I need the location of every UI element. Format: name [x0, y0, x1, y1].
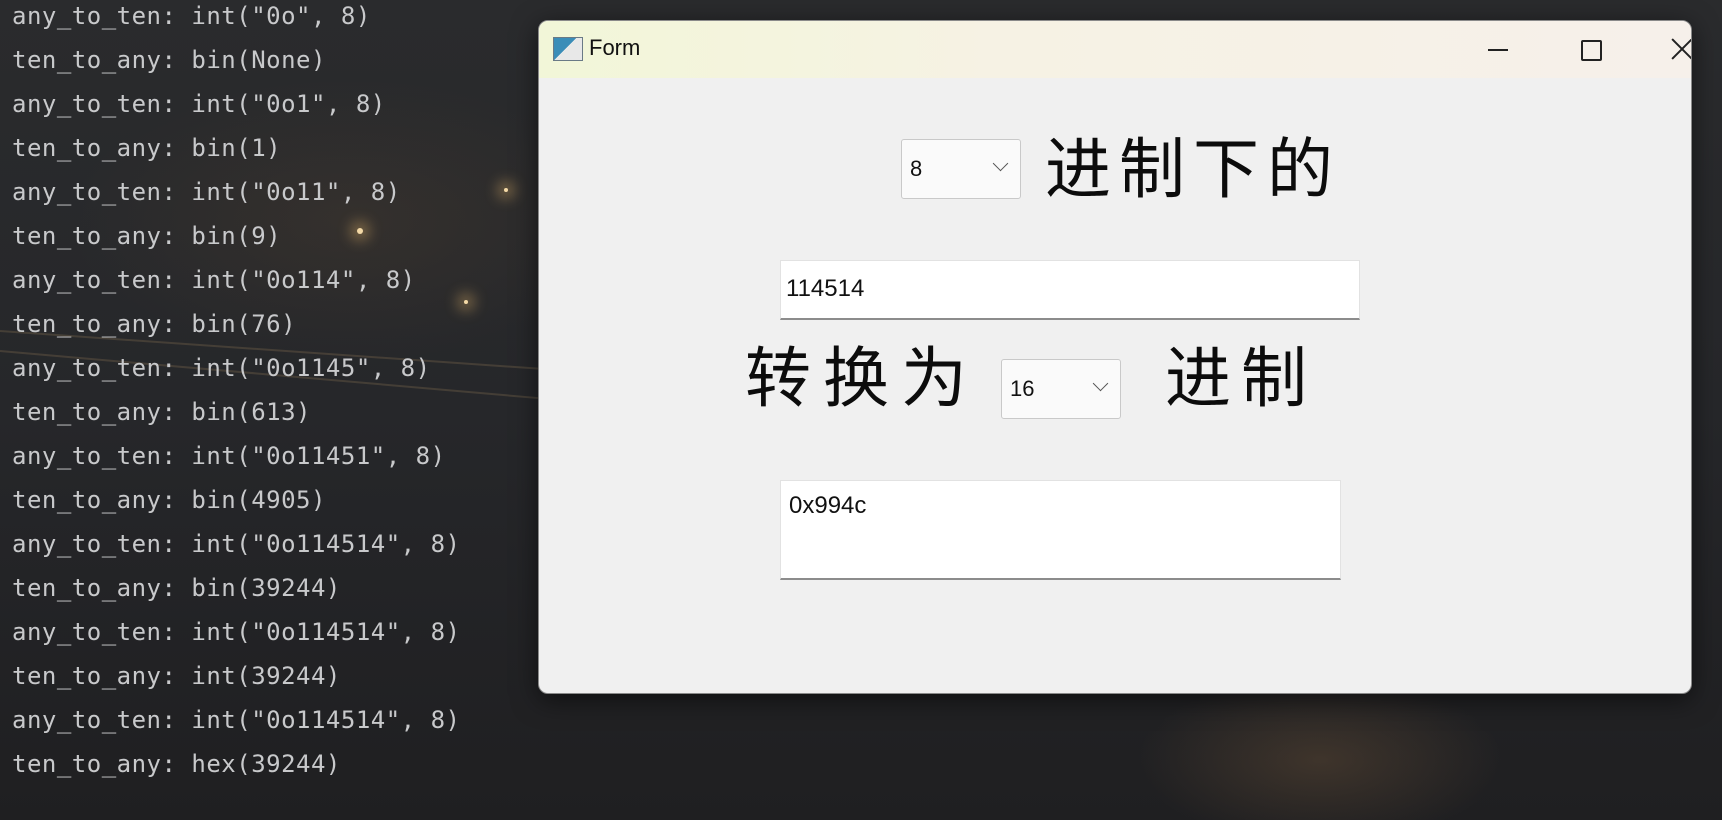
maximize-button[interactable]	[1544, 21, 1636, 78]
terminal-output: any_to_ten: int("0o", 8) ten_to_any: bin(…	[12, 0, 532, 792]
maximize-icon	[1581, 40, 1602, 61]
terminal-line: ten_to_any: int(39244)	[12, 662, 341, 690]
close-icon	[1670, 37, 1691, 61]
result-output[interactable]: 0x994c	[780, 480, 1341, 580]
terminal-line: ten_to_any: bin(None)	[12, 46, 326, 74]
window-title: Form	[589, 35, 641, 60]
form-window: Form 8 进制下的 114514 转换为 16 进制 0x994c	[538, 20, 1692, 694]
to-base-select[interactable]: 16	[1001, 359, 1121, 419]
from-suffix-label: 进制下的	[1045, 131, 1341, 208]
terminal-line: any_to_ten: int("0o1", 8)	[12, 90, 386, 118]
number-input[interactable]: 114514	[780, 260, 1360, 320]
minimize-button[interactable]	[1453, 21, 1545, 78]
form-app-icon	[553, 37, 583, 61]
terminal-line: ten_to_any: bin(76)	[12, 310, 297, 338]
title-bar[interactable]: Form	[539, 21, 1691, 78]
terminal-line: any_to_ten: int("0o11", 8)	[12, 178, 401, 206]
terminal-line: ten_to_any: bin(39244)	[12, 574, 341, 602]
terminal-line: ten_to_any: bin(1)	[12, 134, 282, 162]
terminal-line: ten_to_any: bin(613)	[12, 398, 311, 426]
terminal-line: any_to_ten: int("0o1145", 8)	[12, 354, 431, 382]
to-base-value: 16	[1010, 376, 1035, 401]
convert-label: 转换为	[745, 340, 979, 417]
minimize-icon	[1488, 49, 1508, 51]
close-button[interactable]	[1636, 21, 1691, 78]
from-base-value: 8	[910, 156, 923, 181]
terminal-line: any_to_ten: int("0o11451", 8)	[12, 442, 446, 470]
terminal-line: any_to_ten: int("0o114514", 8)	[12, 618, 461, 646]
chevron-down-icon	[1092, 375, 1109, 392]
terminal-line: ten_to_any: bin(9)	[12, 222, 282, 250]
from-base-select[interactable]: 8	[901, 139, 1021, 199]
terminal-line: any_to_ten: int("0o114514", 8)	[12, 530, 461, 558]
terminal-line: any_to_ten: int("0o114514", 8)	[12, 706, 461, 734]
terminal-line: ten_to_any: hex(39244)	[12, 750, 341, 778]
terminal-line: any_to_ten: int("0o114", 8)	[12, 266, 416, 294]
terminal-line: ten_to_any: bin(4905)	[12, 486, 326, 514]
chevron-down-icon	[992, 155, 1009, 172]
terminal-line: any_to_ten: int("0o", 8)	[12, 2, 371, 30]
to-suffix-label: 进制	[1165, 340, 1317, 417]
